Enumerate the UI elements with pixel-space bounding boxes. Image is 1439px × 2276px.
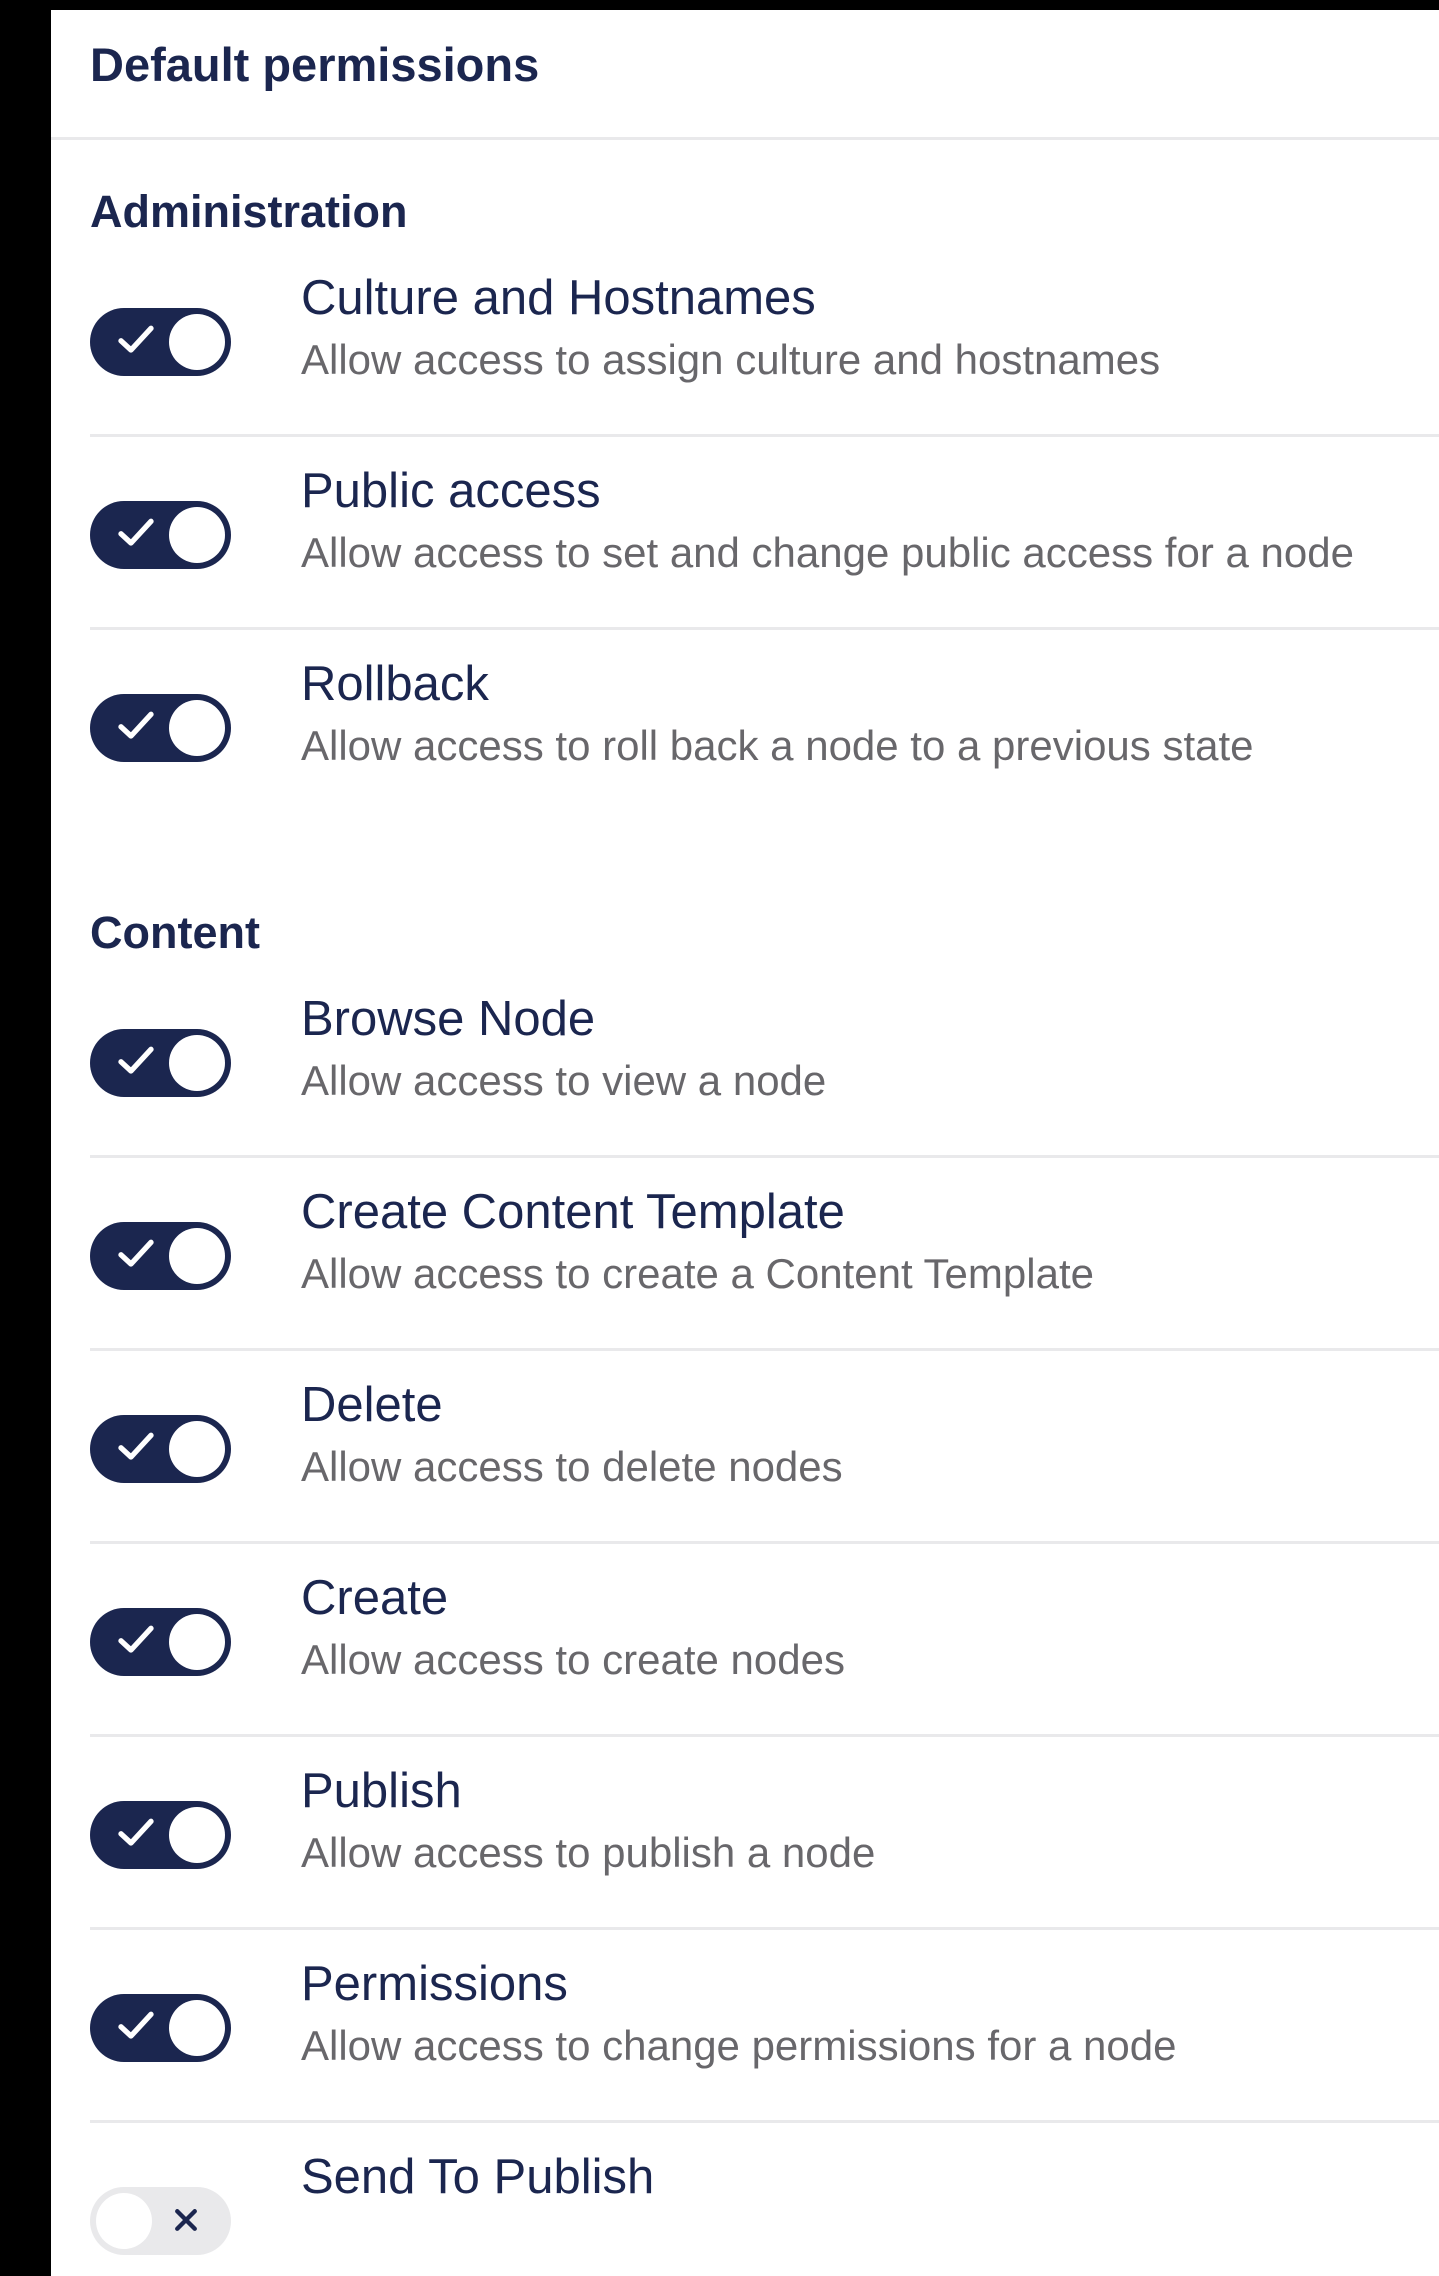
permission-row-rollback: Rollback Allow access to roll back a nod… <box>90 630 1439 823</box>
check-icon <box>118 1046 154 1074</box>
permission-text: Permissions Allow access to change permi… <box>301 1953 1439 2077</box>
permission-name: Public access <box>301 464 601 518</box>
group-heading-administration: Administration <box>90 186 408 237</box>
panel-header: Default permissions <box>51 10 1439 140</box>
permission-row-public-access: Public access Allow access to set and ch… <box>90 437 1439 630</box>
permission-row-send-to-publish: Send To Publish <box>90 2123 1439 2276</box>
permission-text: Create Content Template Allow access to … <box>301 1181 1439 1305</box>
check-icon <box>118 518 154 546</box>
permission-description: Allow access to change permissions for a… <box>301 2022 1177 2069</box>
panel-title: Default permissions <box>90 38 540 91</box>
permission-row-delete: Delete Allow access to delete nodes <box>90 1351 1439 1544</box>
permission-list-administration: Culture and Hostnames Allow access to as… <box>90 244 1439 823</box>
permission-name: Create Content Template <box>301 1185 845 1239</box>
permission-toggle[interactable] <box>90 2187 231 2255</box>
group-heading-content: Content <box>90 907 260 958</box>
check-icon <box>118 1239 154 1267</box>
permission-row-permissions: Permissions Allow access to change permi… <box>90 1930 1439 2123</box>
permission-description: Allow access to delete nodes <box>301 1443 843 1490</box>
permission-row-create: Create Allow access to create nodes <box>90 1544 1439 1737</box>
toggle-knob <box>169 1807 225 1863</box>
toggle-knob <box>169 700 225 756</box>
toggle-knob <box>169 1035 225 1091</box>
permission-text: Create Allow access to create nodes <box>301 1567 1439 1691</box>
permission-text: Publish Allow access to publish a node <box>301 1760 1439 1884</box>
permission-row-culture-and-hostnames: Culture and Hostnames Allow access to as… <box>90 244 1439 437</box>
permission-description: Allow access to create a Content Templat… <box>301 1250 1094 1297</box>
permission-description: Allow access to assign culture and hostn… <box>301 336 1161 383</box>
permission-text: Send To Publish <box>301 2146 1439 2208</box>
toggle-knob <box>169 1421 225 1477</box>
cross-icon <box>175 2209 197 2231</box>
permission-list-content: Browse Node Allow access to view a node … <box>90 965 1439 2276</box>
permission-toggle[interactable] <box>90 308 231 376</box>
toggle-knob <box>169 1228 225 1284</box>
permission-toggle[interactable] <box>90 1608 231 1676</box>
toggle-knob <box>96 2193 152 2249</box>
permission-toggle[interactable] <box>90 1994 231 2062</box>
permission-name: Browse Node <box>301 992 596 1046</box>
toggle-knob <box>169 1614 225 1670</box>
left-window-edge <box>0 0 51 2276</box>
permission-description: Allow access to create nodes <box>301 1636 845 1683</box>
permission-row-create-content-template: Create Content Template Allow access to … <box>90 1158 1439 1351</box>
permission-toggle[interactable] <box>90 1222 231 1290</box>
toggle-knob <box>169 314 225 370</box>
permission-toggle[interactable] <box>90 1415 231 1483</box>
check-icon <box>118 325 154 353</box>
permission-name: Publish <box>301 1764 462 1818</box>
permission-toggle[interactable] <box>90 1029 231 1097</box>
permission-description: Allow access to view a node <box>301 1057 827 1104</box>
check-icon <box>118 1818 154 1846</box>
permission-text: Public access Allow access to set and ch… <box>301 460 1439 584</box>
permission-text: Browse Node Allow access to view a node <box>301 988 1439 1112</box>
panel-body: Administration Culture and Hostnames All… <box>51 140 1439 2276</box>
permission-text: Rollback Allow access to roll back a nod… <box>301 653 1439 777</box>
permission-text: Delete Allow access to delete nodes <box>301 1374 1439 1498</box>
toggle-knob <box>169 2000 225 2056</box>
permission-description: Allow access to roll back a node to a pr… <box>301 722 1254 769</box>
check-icon <box>118 711 154 739</box>
permission-description: Allow access to set and change public ac… <box>301 529 1354 576</box>
permission-text: Culture and Hostnames Allow access to as… <box>301 267 1439 391</box>
permission-name: Permissions <box>301 1957 568 2011</box>
permission-description: Allow access to publish a node <box>301 1829 876 1876</box>
check-icon <box>118 2011 154 2039</box>
default-permissions-panel: Default permissions Administration Cultu… <box>51 10 1439 2276</box>
toggle-knob <box>169 507 225 563</box>
permission-row-publish: Publish Allow access to publish a node <box>90 1737 1439 1930</box>
permission-name: Culture and Hostnames <box>301 271 816 325</box>
permission-toggle[interactable] <box>90 501 231 569</box>
check-icon <box>118 1625 154 1653</box>
permission-name: Delete <box>301 1378 443 1432</box>
permission-name: Send To Publish <box>301 2150 655 2204</box>
permission-name: Rollback <box>301 657 489 711</box>
permission-toggle[interactable] <box>90 1801 231 1869</box>
check-icon <box>118 1432 154 1460</box>
top-window-edge <box>0 0 1439 10</box>
permission-row-browse-node: Browse Node Allow access to view a node <box>90 965 1439 1158</box>
permission-toggle[interactable] <box>90 694 231 762</box>
permission-name: Create <box>301 1571 449 1625</box>
